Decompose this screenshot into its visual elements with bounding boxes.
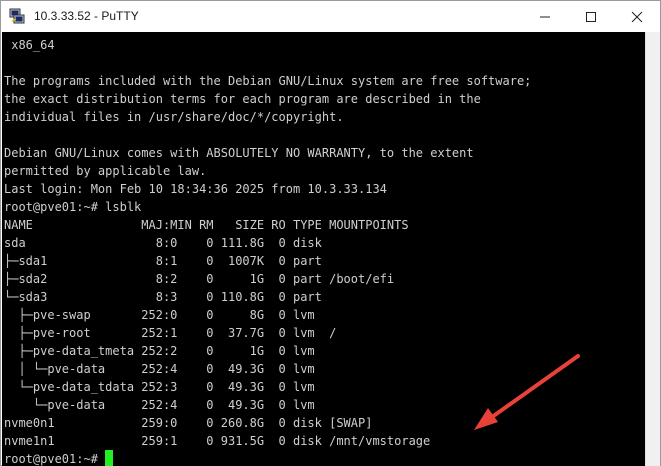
- shell-prompt: root@pve01:~#: [4, 452, 106, 466]
- terminal-line: ├─pve-swap 252:0 0 8G 0 lvm: [4, 308, 315, 322]
- terminal-line: nvme1n1 259:1 0 931.5G 0 disk /mnt/vmsto…: [4, 434, 431, 448]
- terminal-line: ├─pve-data_tmeta 252:2 0 1G 0 lvm: [4, 344, 315, 358]
- terminal-line: permitted by applicable law.: [4, 164, 207, 178]
- terminal-line: └─pve-data 252:4 0 49.3G 0 lvm: [4, 398, 315, 412]
- terminal-line: individual files in /usr/share/doc/*/cop…: [4, 110, 344, 124]
- minimize-icon: [540, 16, 550, 17]
- terminal-line: └─sda3 8:3 0 110.8G 0 part: [4, 290, 322, 304]
- close-icon: [631, 11, 643, 22]
- title-bar[interactable]: 10.3.33.52 - PuTTY: [1, 1, 660, 32]
- terminal-line: ├─sda1 8:1 0 1007K 0 part: [4, 254, 322, 268]
- terminal-line: └─pve-data_tdata 252:3 0 49.3G 0 lvm: [4, 380, 315, 394]
- maximize-icon: [586, 11, 596, 22]
- minimize-button[interactable]: [522, 1, 568, 32]
- terminal-output: x86_64 The programs included with the De…: [4, 36, 531, 466]
- terminal-line: Debian GNU/Linux comes with ABSOLUTELY N…: [4, 146, 474, 160]
- putty-window: 10.3.33.52 - PuTTY x86_64 The programs i…: [0, 0, 661, 466]
- text-cursor: [105, 450, 114, 466]
- terminal-line: NAME MAJ:MIN RM SIZE RO TYPE MOUNTPOINTS: [4, 218, 409, 232]
- putty-app-icon[interactable]: [9, 8, 25, 24]
- prompt-line[interactable]: root@pve01:~#: [4, 450, 531, 466]
- terminal-line: │ └─pve-data 252:4 0 49.3G 0 lvm: [4, 362, 315, 376]
- terminal-line: the exact distribution terms for each pr…: [4, 92, 481, 106]
- maximize-button[interactable]: [568, 1, 614, 32]
- terminal-line: sda 8:0 0 111.8G 0 disk: [4, 236, 322, 250]
- close-button[interactable]: [614, 1, 660, 32]
- terminal-line: nvme0n1 259:0 0 260.8G 0 disk [SWAP]: [4, 416, 373, 430]
- terminal-line: Last login: Mon Feb 10 18:34:36 2025 fro…: [4, 182, 387, 196]
- terminal-line: x86_64: [4, 38, 55, 52]
- vertical-scrollbar[interactable]: [645, 32, 660, 466]
- window-title: 10.3.33.52 - PuTTY: [34, 9, 139, 23]
- terminal-line: root@pve01:~# lsblk: [4, 200, 142, 214]
- terminal-line: ├─pve-root 252:1 0 37.7G 0 lvm /: [4, 326, 337, 340]
- terminal-area[interactable]: x86_64 The programs included with the De…: [2, 32, 645, 466]
- terminal-line: ├─sda2 8:2 0 1G 0 part /boot/efi: [4, 272, 395, 286]
- terminal-line: The programs included with the Debian GN…: [4, 74, 532, 88]
